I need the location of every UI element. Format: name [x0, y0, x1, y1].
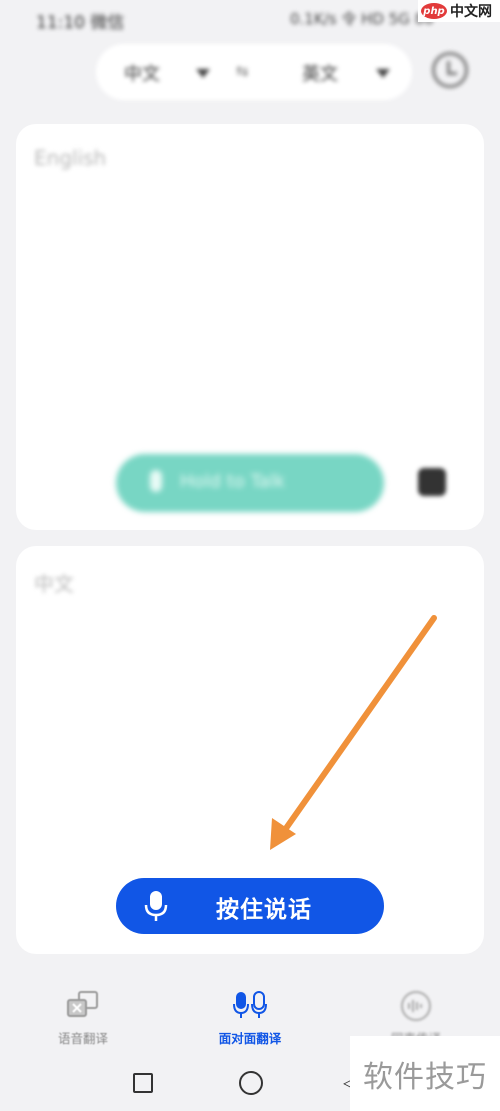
speaker-icon[interactable] — [416, 464, 448, 500]
hold-to-talk-label: 按住说话 — [216, 896, 312, 923]
source-language[interactable]: 中文 — [124, 60, 160, 86]
target-language[interactable]: 英文 — [302, 60, 338, 86]
watermark-bottom-text: 软件技巧 — [363, 1059, 487, 1095]
hold-to-talk-english-label: Hold to Talk — [180, 471, 285, 492]
watermark-text: 中文网 — [450, 4, 492, 20]
nav-face-to-face-label: 面对面翻译 — [218, 1031, 282, 1046]
microphone-icon — [144, 891, 168, 921]
history-icon[interactable] — [432, 52, 468, 88]
english-panel-hint: English — [34, 146, 107, 170]
watermark-bottom: 软件技巧 — [350, 1036, 500, 1111]
chinese-panel-hint: 中文 — [34, 572, 74, 596]
watermark-php-logo: php — [421, 3, 447, 19]
voice-translate-icon — [67, 991, 98, 1017]
sound-wave-icon — [401, 991, 431, 1021]
swap-icon[interactable]: ⇆ — [236, 62, 249, 80]
hold-to-talk-button[interactable]: 按住说话 — [116, 878, 384, 934]
english-panel: English Hold to Talk — [16, 124, 484, 530]
chinese-panel: 中文 按住说话 — [16, 546, 484, 954]
watermark-top: php 中文网 — [418, 0, 500, 22]
status-indicators: 0.1K/s 令 HD 5G 88 — [290, 10, 434, 28]
microphone-icon — [150, 470, 162, 492]
recent-apps-icon[interactable] — [133, 1073, 153, 1093]
nav-voice-translate-label: 语音翻译 — [57, 1031, 108, 1046]
chevron-down-icon — [196, 69, 210, 78]
status-time: 11:10 微信 — [36, 13, 125, 33]
dual-mic-icon — [233, 991, 267, 1018]
nav-face-to-face[interactable]: 面对面翻译 — [190, 980, 310, 1046]
language-selector[interactable]: 中文 ⇆ 英文 — [96, 44, 412, 100]
nav-voice-translate[interactable]: 语音翻译 — [23, 980, 143, 1046]
home-icon[interactable] — [239, 1071, 263, 1095]
chevron-down-icon — [376, 69, 390, 78]
hold-to-talk-english-button[interactable]: Hold to Talk — [116, 454, 384, 512]
